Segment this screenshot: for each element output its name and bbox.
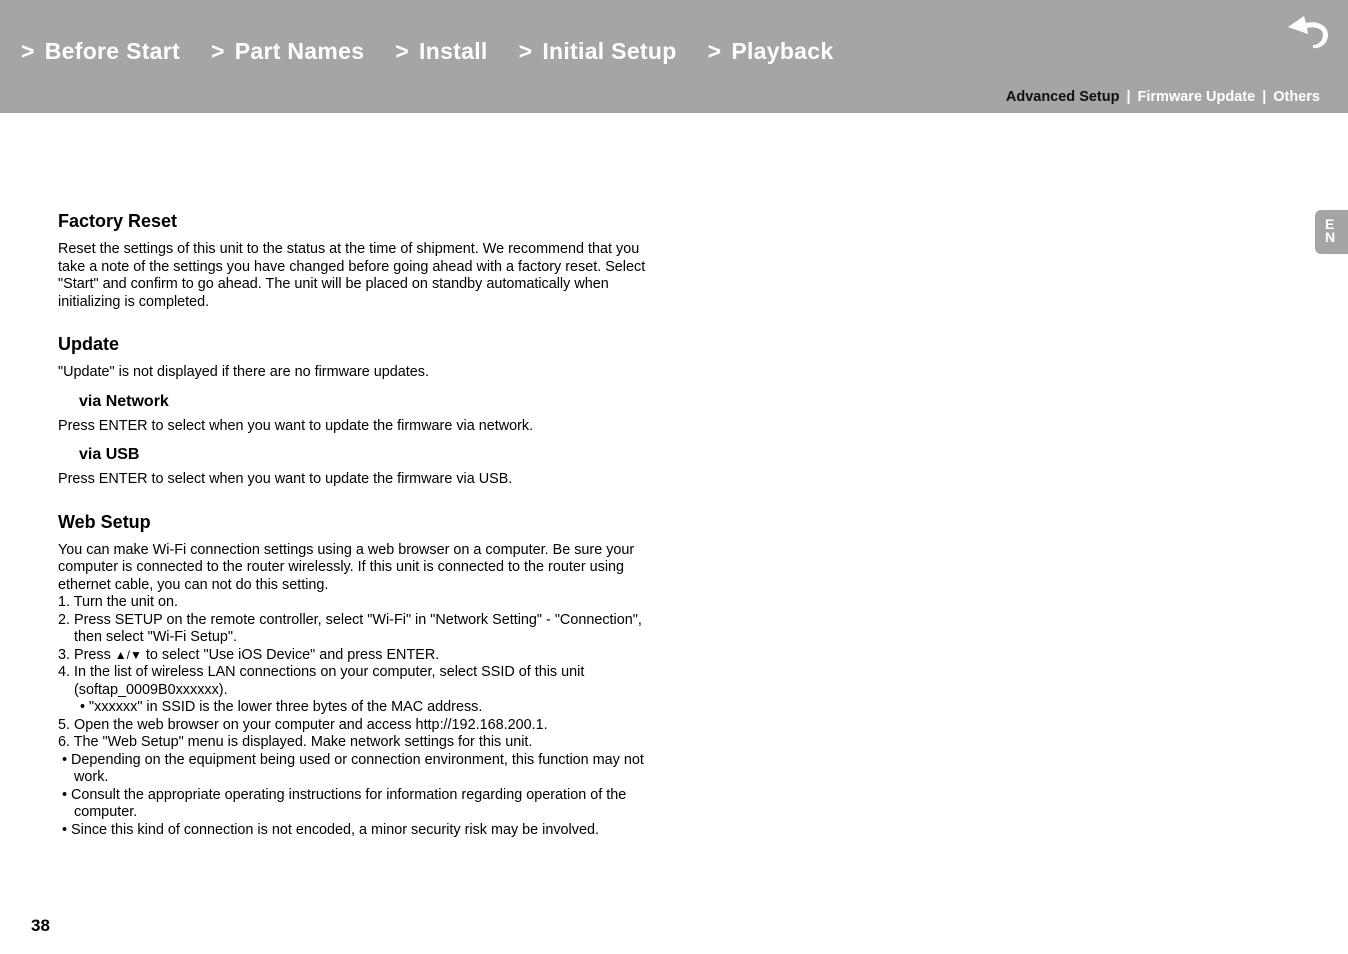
section-body: "Update" is not displayed if there are n… <box>58 364 429 380</box>
nav-playback[interactable]: > Playback <box>708 38 834 65</box>
return-arrow-icon <box>1288 16 1328 49</box>
subsection-body: Press ENTER to select when you want to u… <box>58 471 513 487</box>
nav-install[interactable]: > Install <box>395 38 487 65</box>
note-item: • Depending on the equipment being used … <box>62 751 644 786</box>
chevron-right-icon: > <box>395 38 410 64</box>
back-button[interactable] <box>1286 14 1330 50</box>
step-text: to select "Use iOS Device" and press ENT… <box>141 646 440 663</box>
section-title: Factory Reset <box>58 211 178 231</box>
subnav-others[interactable]: Others <box>1273 89 1320 105</box>
chevron-right-icon: > <box>210 38 225 64</box>
step-item: 4. In the list of wireless LAN connectio… <box>58 664 585 698</box>
nav-label: Initial Setup <box>542 38 677 64</box>
subsection-title: via Network <box>79 392 169 410</box>
main-nav: > Before Start > Part Names > Install > Init… <box>21 38 864 65</box>
step-item: 5. Open the web browser on your computer… <box>58 716 548 733</box>
section-update: Update "Update" is not displayed if ther… <box>58 332 658 489</box>
steps-list: 1. Turn the unit on. 2. Press SETUP on t… <box>58 594 658 752</box>
notes-list: • Depending on the equipment being used … <box>58 752 658 840</box>
main-content: Factory Reset Reset the settings of this… <box>58 209 658 839</box>
section-intro: You can make Wi-Fi connection settings u… <box>58 541 635 593</box>
section-title: Web Setup <box>58 511 151 532</box>
subnav-advanced-setup[interactable]: Advanced Setup <box>1006 89 1120 105</box>
chevron-right-icon: > <box>21 38 35 64</box>
section-body: Reset the settings of this unit to the s… <box>58 241 646 310</box>
chevron-right-icon: > <box>707 38 722 64</box>
nav-label: Before Start <box>44 38 180 64</box>
subnav-firmware-update[interactable]: Firmware Update <box>1138 89 1256 105</box>
page-number: 38 <box>31 916 50 935</box>
note-item: • Since this kind of connection is not e… <box>62 821 599 838</box>
up-down-arrow-icon: ▲/▼ <box>114 647 142 662</box>
header-bar: > Before Start > Part Names > Install > Init… <box>0 0 1348 113</box>
language-tab[interactable]: E N <box>1315 210 1348 254</box>
nav-label: Part Names <box>234 38 365 64</box>
step-item: 6. The "Web Setup" menu is displayed. Ma… <box>58 734 533 750</box>
nav-initial-setup[interactable]: > Initial Setup <box>519 38 677 65</box>
separator: | <box>1262 89 1267 105</box>
nav-part-names[interactable]: > Part Names <box>211 38 364 65</box>
subsection-body: Press ENTER to select when you want to u… <box>58 417 534 434</box>
sub-nav: Advanced Setup | Firmware Update | Others <box>1006 89 1320 105</box>
step-item: 1. Turn the unit on. <box>58 594 179 610</box>
step-item: 2. Press SETUP on the remote controller,… <box>58 611 642 646</box>
note-item: • Consult the appropriate operating inst… <box>62 786 627 821</box>
section-title: Update <box>58 334 120 354</box>
nav-before-start[interactable]: > Before Start <box>21 38 180 65</box>
step-item: 3. Press ▲/▼ to select "Use iOS Device" … <box>58 647 658 665</box>
language-letter: N <box>1325 229 1336 245</box>
section-factory-reset: Factory Reset Reset the settings of this… <box>58 209 658 311</box>
subsection-title: via USB <box>79 446 140 463</box>
section-web-setup: Web Setup You can make Wi-Fi connection … <box>58 510 658 840</box>
nav-label: Install <box>419 38 488 64</box>
step-note: • "xxxxxx" in SSID is the lower three by… <box>80 699 483 715</box>
separator: | <box>1126 89 1131 105</box>
nav-label: Playback <box>731 38 834 64</box>
chevron-right-icon: > <box>518 38 533 64</box>
step-text: 3. Press <box>58 646 115 663</box>
